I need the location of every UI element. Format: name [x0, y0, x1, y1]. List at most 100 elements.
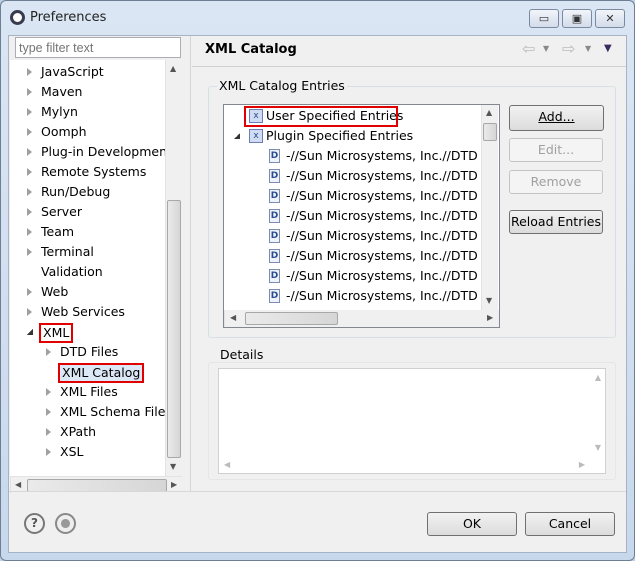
tree-item-label: XML Schema Files — [60, 404, 172, 419]
tree-item-label: Maven — [41, 84, 83, 99]
scroll-right-icon[interactable]: ▶ — [171, 480, 177, 489]
catalog-entry-label: -//Sun Microsystems, Inc.//DTD E — [286, 188, 490, 203]
add-button[interactable]: Add... — [509, 105, 604, 131]
scroll-left-icon[interactable]: ◀ — [230, 313, 236, 322]
expand-arrow-icon[interactable] — [27, 248, 32, 256]
expand-arrow-icon[interactable] — [46, 408, 51, 416]
expand-arrow-icon[interactable] — [27, 68, 32, 76]
expand-arrow-icon[interactable] — [27, 228, 32, 236]
catalog-entry[interactable]: D -//Sun Microsystems, Inc.//DTD E — [224, 166, 490, 186]
minimize-button[interactable]: ▭ — [529, 9, 559, 28]
catalog-entry[interactable]: x Plugin Specified Entries — [224, 126, 484, 146]
cancel-button[interactable]: Cancel — [525, 512, 615, 536]
tree-item[interactable]: Validation — [10, 262, 170, 282]
catalog-entry[interactable]: D -//Sun Microsystems, Inc.//DTD J2 — [224, 246, 493, 266]
tree-item-label: XML — [39, 323, 74, 343]
record-icon[interactable] — [55, 513, 76, 534]
tree-item[interactable]: XML Files — [10, 382, 170, 402]
collapse-arrow-icon[interactable] — [27, 329, 33, 335]
expand-arrow-icon[interactable] — [27, 88, 32, 96]
tree-item[interactable]: JavaScript — [10, 62, 170, 82]
reload-entries-button[interactable]: Reload Entries — [509, 210, 603, 234]
tree-item[interactable]: XML — [10, 322, 170, 343]
details-scroll-down-icon[interactable]: ▼ — [595, 443, 601, 452]
maximize-button[interactable]: ▣ — [562, 9, 592, 28]
expand-arrow-icon[interactable] — [46, 348, 51, 356]
scroll-down-icon[interactable]: ▼ — [170, 462, 176, 471]
view-menu-icon[interactable]: ▼ — [604, 43, 612, 54]
panel-divider[interactable] — [190, 36, 191, 491]
catalog-entry[interactable]: D -//Sun Microsystems, Inc.//DTD C — [224, 146, 490, 166]
expand-arrow-icon[interactable] — [27, 288, 32, 296]
catalog-entries-label: XML Catalog Entries — [217, 78, 347, 93]
catalog-entry[interactable]: x User Specified Entries — [224, 106, 484, 127]
expand-arrow-icon[interactable] — [27, 208, 32, 216]
scroll-up-icon[interactable]: ▲ — [486, 108, 492, 117]
catalog-entry[interactable]: D -//Sun Microsystems, Inc.//DTD J2 — [224, 266, 493, 286]
entries-horizontal-scrollbar[interactable]: ◀ ▶ — [224, 310, 499, 327]
forward-icon[interactable]: ⇨ — [562, 39, 575, 58]
expand-arrow-icon[interactable] — [27, 168, 32, 176]
tree-item[interactable]: Maven — [10, 82, 170, 102]
tree-item[interactable]: Web Services — [10, 302, 170, 322]
back-icon[interactable]: ⇦ — [522, 39, 535, 58]
back-menu-icon[interactable]: ▼ — [543, 44, 549, 53]
app-icon — [10, 10, 25, 25]
ok-button[interactable]: OK — [427, 512, 517, 536]
footer-separator — [9, 491, 626, 492]
tree-item[interactable]: Oomph — [10, 122, 170, 142]
tree-item[interactable]: Server — [10, 202, 170, 222]
entries-vertical-scrollbar[interactable]: ▲ ▼ — [481, 105, 498, 310]
expand-arrow-icon[interactable] — [27, 188, 32, 196]
catalog-entry[interactable]: D -//Sun Microsystems, Inc.//DTD Fa — [224, 226, 495, 246]
catalog-entry[interactable]: D -//Sun Microsystems, Inc.//DTD Fa — [224, 206, 495, 226]
remove-button[interactable]: Remove — [509, 170, 603, 194]
details-scroll-up-icon[interactable]: ▲ — [595, 373, 601, 382]
expand-arrow-icon[interactable] — [46, 428, 51, 436]
scroll-down-icon[interactable]: ▼ — [486, 296, 492, 305]
dtd-icon: D — [269, 189, 280, 203]
expand-arrow-icon[interactable] — [27, 308, 32, 316]
tree-item[interactable]: Remote Systems — [10, 162, 170, 182]
tree-vertical-scrollbar[interactable]: ▲ ▼ — [165, 60, 182, 476]
details-scroll-right-icon[interactable]: ▶ — [579, 460, 585, 469]
dtd-icon: D — [269, 209, 280, 223]
tree-item[interactable]: DTD Files — [10, 342, 170, 362]
expand-arrow-icon[interactable] — [46, 388, 51, 396]
tree-item[interactable]: Plug-in Development — [10, 142, 172, 162]
tree-item[interactable]: Mylyn — [10, 102, 170, 122]
tree-item[interactable]: XSL — [10, 442, 170, 462]
expand-arrow-icon[interactable] — [46, 448, 51, 456]
scroll-up-icon[interactable]: ▲ — [170, 64, 176, 73]
tree-item[interactable]: XPath — [10, 422, 170, 442]
catalog-entry[interactable]: D -//Sun Microsystems, Inc.//DTD J2 — [224, 286, 493, 306]
scroll-thumb[interactable] — [167, 200, 181, 458]
tree-item[interactable]: Run/Debug — [10, 182, 170, 202]
expand-arrow-icon[interactable] — [27, 108, 32, 116]
catalog-entry[interactable]: D -//Sun Microsystems, Inc.//DTD E — [224, 186, 490, 206]
tree-item[interactable]: Web — [10, 282, 170, 302]
scroll-right-icon[interactable]: ▶ — [487, 313, 493, 322]
expand-arrow-icon[interactable] — [27, 148, 32, 156]
forward-menu-icon[interactable]: ▼ — [585, 44, 591, 53]
details-textarea[interactable]: ▲ ▼ ◀ ▶ — [218, 368, 606, 474]
tree-item[interactable]: XML Catalog — [10, 362, 170, 383]
scroll-thumb[interactable] — [483, 123, 497, 141]
tree-item-label: XPath — [60, 424, 97, 439]
tree-item[interactable]: Team — [10, 222, 170, 242]
details-scroll-left-icon[interactable]: ◀ — [224, 460, 230, 469]
edit-button[interactable]: Edit... — [509, 138, 603, 162]
add-label: Add... — [538, 109, 575, 124]
filter-input[interactable] — [15, 37, 181, 58]
tree-item[interactable]: Terminal — [10, 242, 170, 262]
close-button[interactable]: ✕ — [595, 9, 625, 28]
scroll-left-icon[interactable]: ◀ — [15, 480, 21, 489]
tree-item-label: Validation — [41, 264, 103, 279]
tree-item[interactable]: XML Schema Files — [10, 402, 172, 422]
help-button[interactable]: ? — [24, 513, 45, 534]
catalog-entries-tree: x User Specified Entries x Plugin Specified… — [223, 104, 500, 328]
dtd-icon: D — [269, 249, 280, 263]
collapse-arrow-icon[interactable] — [234, 133, 240, 139]
h-scroll-thumb[interactable] — [245, 312, 338, 325]
expand-arrow-icon[interactable] — [27, 128, 32, 136]
